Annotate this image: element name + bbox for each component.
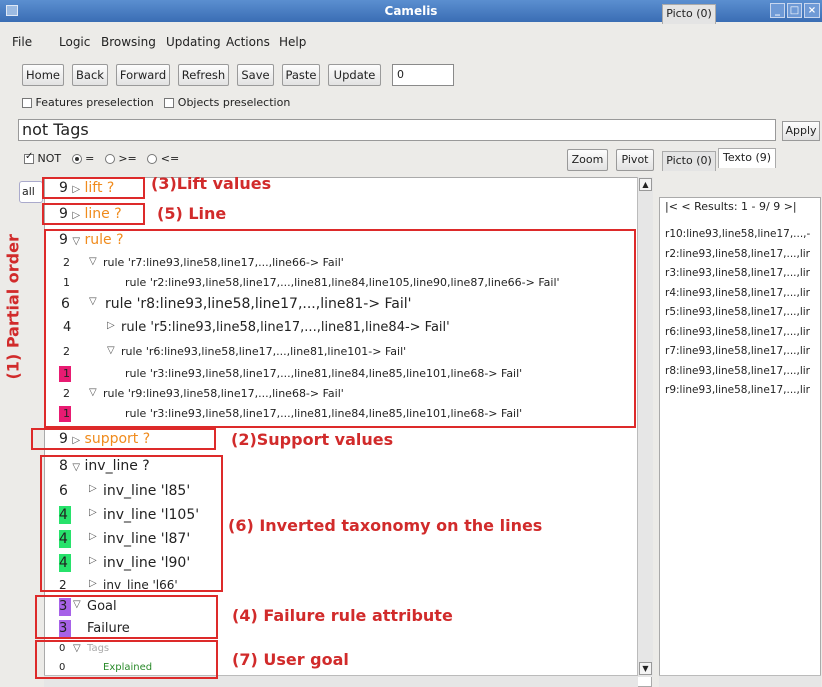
less-equal-radio[interactable] [147, 154, 158, 164]
apply-button[interactable]: Apply [782, 121, 820, 141]
results-horizontal-scrollbar[interactable] [659, 675, 821, 687]
home-button[interactable]: Home [22, 64, 64, 86]
annotation-box-tags [35, 640, 218, 679]
list-item[interactable]: r10:line93,line58,line17,...,- [665, 228, 810, 240]
annotation-partial-order: (1) Partial order [3, 234, 23, 380]
annotation-inverted-taxonomy: (6) Inverted taxonomy on the lines [228, 516, 543, 535]
tab-all[interactable]: all [19, 181, 43, 203]
save-button[interactable]: Save [237, 64, 274, 86]
annotation-box-line [42, 203, 145, 225]
objects-preselection-label: Objects preselection [177, 96, 291, 109]
menu-file[interactable]: File [12, 35, 32, 49]
results-list: |< < Results: 1 - 9/ 9 >| r10:line93,lin… [659, 197, 821, 677]
back-button[interactable]: Back [72, 64, 108, 86]
list-item[interactable]: r4:line93,line58,line17,...,lir [665, 287, 810, 299]
menu-updating[interactable]: Updating [166, 35, 221, 49]
pivot-button[interactable]: Pivot [616, 149, 654, 171]
annotation-box-inv-line [40, 455, 223, 592]
menu-logic[interactable]: Logic [59, 35, 90, 49]
annotation-user-goal: (7) User goal [232, 650, 349, 669]
menu-browsing[interactable]: Browsing [101, 35, 156, 49]
annotation-lift: (3)Lift values [151, 174, 272, 193]
scroll-up-icon[interactable]: ▲ [639, 178, 652, 191]
menu-help[interactable]: Help [279, 35, 306, 49]
greater-equal-label: >= [118, 152, 137, 165]
equal-label: = [85, 152, 95, 165]
zoom-button[interactable]: Zoom [567, 149, 608, 171]
annotation-box-goal [35, 595, 218, 639]
list-item[interactable]: r6:line93,line58,line17,...,lir [665, 326, 810, 338]
list-item[interactable]: r5:line93,line58,line17,...,lir [665, 306, 810, 318]
annotation-support: (2)Support values [231, 430, 394, 449]
list-item[interactable]: r9:line93,line58,line17,...,lir [665, 384, 810, 396]
forward-button[interactable]: Forward [116, 64, 170, 86]
annotation-goal: (4) Failure rule attribute [232, 606, 453, 625]
features-preselection-checkbox[interactable] [22, 98, 32, 108]
annotation-box-rules [44, 229, 636, 428]
close-icon[interactable]: × [804, 3, 820, 18]
equal-radio[interactable] [71, 154, 82, 164]
features-preselection-label: Features preselection [35, 96, 154, 109]
menu-actions[interactable]: Actions [226, 35, 270, 49]
list-item[interactable]: r2:line93,line58,line17,...,lir [665, 248, 810, 260]
list-item[interactable]: r3:line93,line58,line17,...,lir [665, 267, 810, 279]
list-item[interactable]: r7:line93,line58,line17,...,lir [665, 345, 810, 357]
annotation-box-support [31, 428, 216, 450]
query-input[interactable]: not Tags [18, 119, 776, 141]
tab-texto[interactable]: Texto (9) [718, 148, 776, 168]
paste-button[interactable]: Paste [282, 64, 320, 86]
scroll-down-icon[interactable]: ▼ [639, 662, 652, 675]
operator-options: NOT = >= <= [24, 151, 180, 165]
objects-preselection-checkbox[interactable] [164, 98, 175, 108]
results-nav[interactable]: |< < Results: 1 - 9/ 9 >| [665, 200, 797, 213]
tab-picto[interactable]: Picto (0) [662, 4, 716, 24]
not-label: NOT [37, 152, 62, 165]
minimize-icon[interactable]: _ [770, 3, 785, 18]
update-count-field[interactable]: 0 [392, 64, 454, 86]
tab-picto[interactable]: Picto (0) [662, 151, 716, 171]
annotation-line: (5) Line [157, 204, 227, 223]
refresh-button[interactable]: Refresh [178, 64, 229, 86]
tree-vertical-scrollbar[interactable]: ▲ ▼ [637, 177, 653, 677]
not-checkbox[interactable] [24, 151, 34, 164]
list-item[interactable]: r8:line93,line58,line17,...,lir [665, 365, 810, 377]
greater-equal-radio[interactable] [104, 154, 115, 164]
update-button[interactable]: Update [328, 64, 381, 86]
less-equal-label: <= [160, 152, 180, 165]
annotation-box-lift [42, 177, 145, 199]
maximize-icon[interactable]: □ [787, 3, 802, 18]
preselection-options: Features preselection Objects preselecti… [22, 96, 290, 109]
